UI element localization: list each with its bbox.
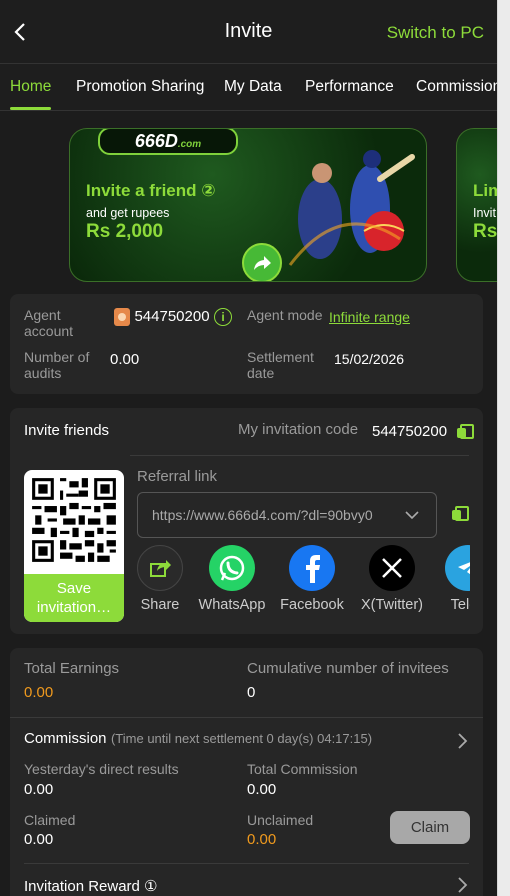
unclaimed-value: 0.00 — [247, 831, 277, 848]
app-root: Invite Switch to PC Home Promotion Shari… — [0, 0, 497, 896]
x-icon — [369, 545, 415, 591]
cricket-players-illustration — [288, 150, 415, 266]
agent-mode-link[interactable]: Infinite range — [329, 309, 410, 325]
total-earnings-value: 0.00 — [24, 684, 54, 701]
banner-amount: Rs 2,000 — [86, 221, 164, 242]
invite-friends-card: Invite friends My invitation code 544750… — [10, 408, 483, 634]
scrollbar[interactable] — [497, 0, 510, 896]
scrollbar-thumb[interactable] — [497, 0, 510, 896]
invitees-label: Cumulative number of invitees — [247, 660, 449, 677]
commission-title: Commission — [24, 730, 107, 747]
banner-invite-friend[interactable]: 666D.com Invite a friend ② and get rupee… — [69, 128, 427, 282]
agent-info-card: Agent account 544750200 i Agent mode Inf… — [10, 294, 483, 394]
total-earnings-label: Total Earnings — [24, 660, 120, 677]
share-label: Share — [140, 597, 180, 613]
total-commission-value: 0.00 — [247, 781, 277, 798]
facebook-icon — [289, 545, 335, 591]
switch-to-pc-link[interactable]: Switch to PC — [387, 23, 484, 43]
settlement-date-value: 15/02/2026 — [334, 351, 405, 367]
invitees-value: 0 — [247, 684, 256, 701]
brand-logo: 666D.com — [98, 129, 238, 155]
share-option-telegram[interactable]: Teleg — [428, 545, 470, 613]
yesterday-results-value: 0.00 — [24, 781, 54, 798]
share-arrow-icon — [242, 243, 282, 281]
agent-account-value: 544750200 — [134, 308, 210, 326]
banner-amount: Rs — [473, 221, 497, 242]
commission-header[interactable]: Commission (Time until next settlement 0… — [24, 730, 372, 748]
tab-home[interactable]: Home — [10, 78, 51, 96]
invite-friends-title: Invite friends — [24, 422, 110, 439]
telegram-icon — [445, 545, 470, 591]
whatsapp-icon — [209, 545, 255, 591]
qr-code-image — [29, 475, 119, 565]
audits-value: 0.00 — [110, 351, 140, 368]
claimed-value: 0.00 — [24, 831, 54, 848]
tab-bar: Home Promotion Sharing My Data Performan… — [0, 64, 497, 111]
invitation-reward-title[interactable]: Invitation Reward ① — [24, 877, 158, 895]
banner-subtitle: Invit — [473, 206, 496, 220]
banner-title: Invite a friend ② — [86, 181, 216, 200]
banner-title: Lim — [473, 181, 497, 200]
share-option-facebook[interactable]: Facebook — [272, 545, 352, 613]
settlement-date-label: Settlement date — [247, 349, 314, 381]
earnings-card: Total Earnings 0.00 Cumulative number of… — [10, 648, 483, 896]
tab-promotion-sharing[interactable]: Promotion Sharing — [76, 78, 204, 96]
coin-icon — [114, 308, 130, 326]
agent-mode-label: Agent mode — [247, 307, 323, 323]
tab-my-data[interactable]: My Data — [224, 78, 282, 96]
tab-performance[interactable]: Performance — [305, 78, 394, 96]
info-icon[interactable]: i — [214, 308, 232, 326]
telegram-label: Teleg — [450, 597, 470, 613]
share-option-x-twitter[interactable]: X(Twitter) — [352, 545, 432, 613]
yesterday-results-label: Yesterday's direct results — [24, 761, 179, 777]
active-tab-indicator — [10, 107, 51, 110]
share-option-share[interactable]: Share — [130, 545, 200, 613]
settlement-countdown: (Time until next settlement 0 day(s) 04:… — [110, 731, 373, 746]
qr-code-card: Save invitation… — [24, 470, 124, 622]
header: Invite Switch to PC — [0, 0, 497, 64]
share-option-whatsapp[interactable]: WhatsApp — [192, 545, 272, 613]
agent-account-label: Agent account — [24, 307, 74, 339]
claimed-label: Claimed — [24, 812, 76, 828]
audits-label: Number of audits — [24, 349, 90, 381]
chevron-right-icon[interactable] — [455, 876, 469, 894]
whatsapp-label: WhatsApp — [198, 597, 266, 613]
divider — [24, 863, 469, 864]
claim-button[interactable]: Claim — [390, 811, 470, 844]
agent-account-value-group: 544750200 i — [114, 308, 232, 326]
save-invitation-button[interactable]: Save invitation… — [24, 574, 124, 622]
facebook-label: Facebook — [280, 597, 344, 613]
divider — [10, 717, 483, 718]
unclaimed-label: Unclaimed — [247, 812, 314, 828]
banner-next[interactable]: Lim Invit Rs — [456, 128, 497, 282]
x-twitter-label: X(Twitter) — [360, 597, 424, 613]
share-icon — [137, 545, 183, 591]
chevron-right-icon[interactable] — [455, 732, 469, 750]
total-commission-label: Total Commission — [247, 761, 358, 777]
tab-commission[interactable]: Commission — [416, 78, 497, 96]
banner-subtitle: and get rupees — [86, 206, 170, 220]
